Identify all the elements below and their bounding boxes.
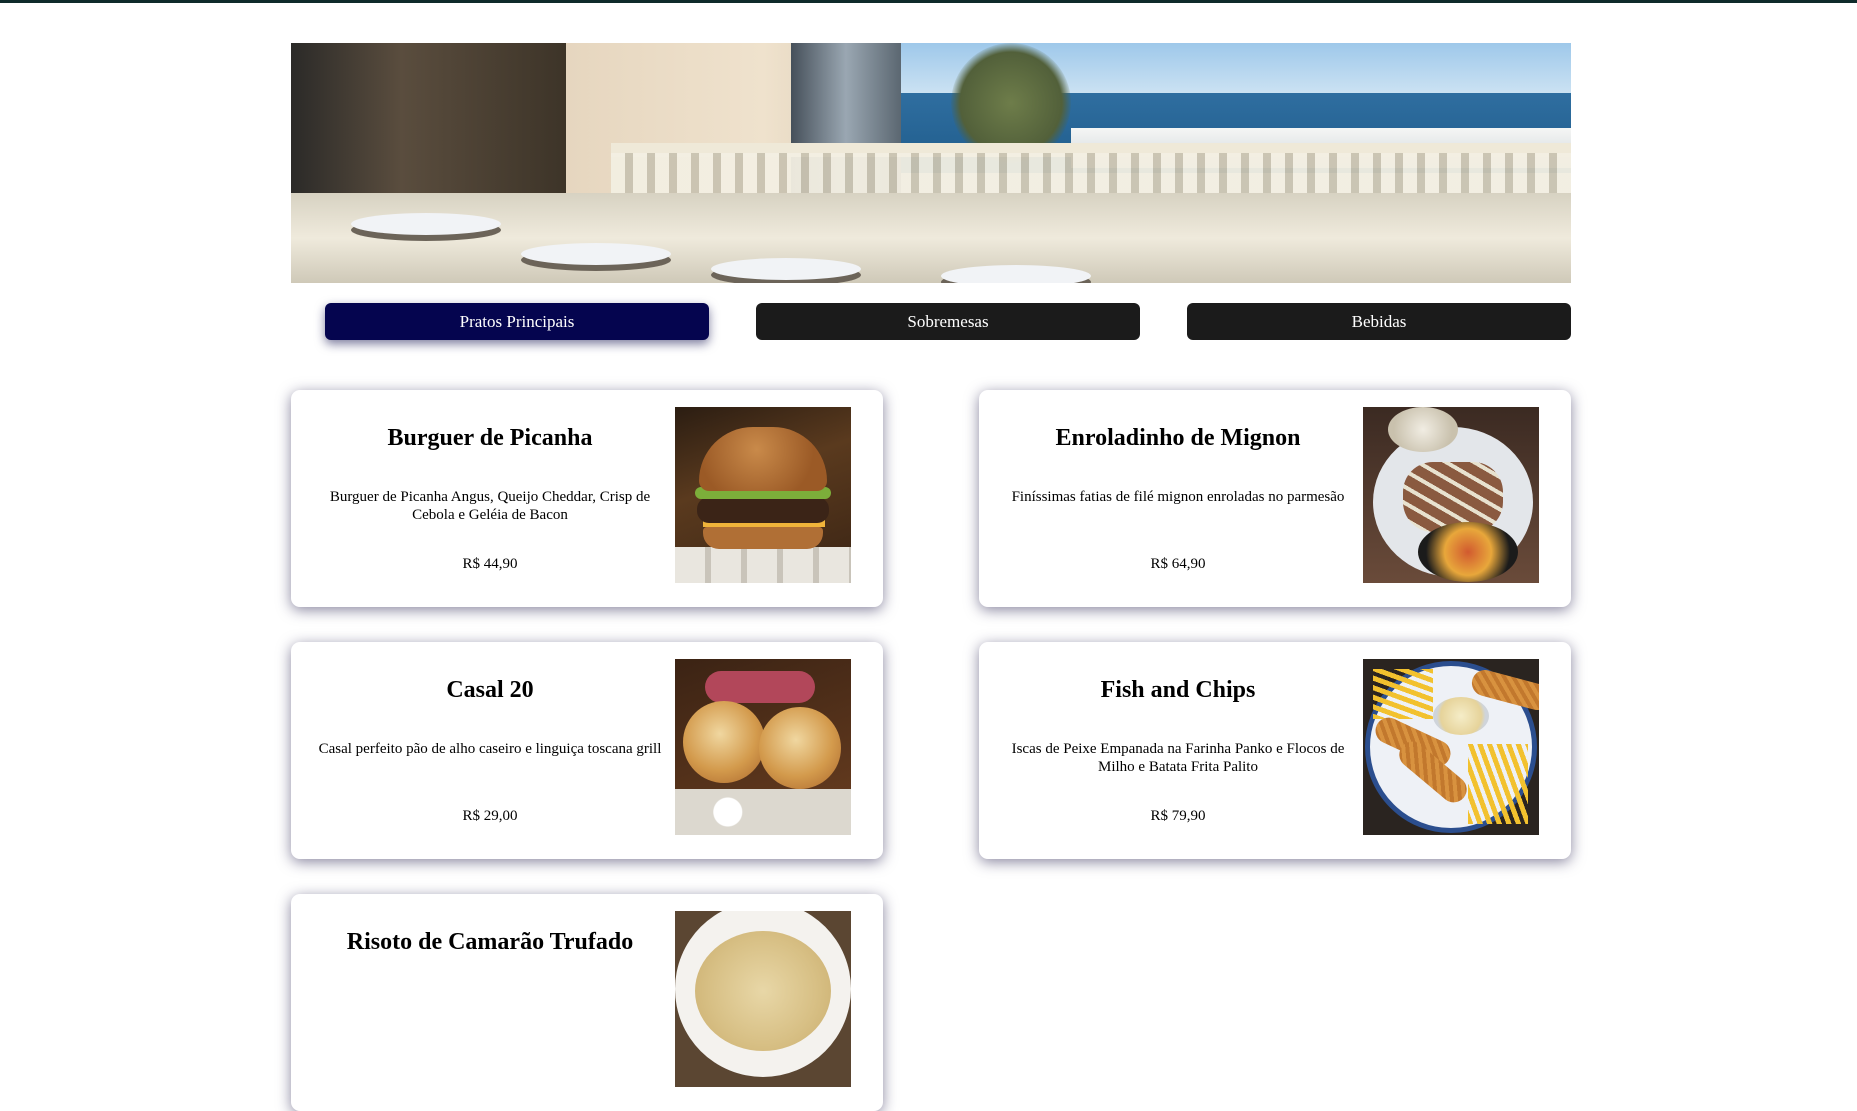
menu-page: Pratos Principais Sobremesas Bebidas Bur… bbox=[291, 43, 1571, 1111]
menu-item-card[interactable]: Fish and Chips Iscas de Peixe Empanada n… bbox=[979, 642, 1571, 859]
menu-item-price: R$ 29,00 bbox=[462, 808, 518, 824]
menu-item-name: Risoto de Camarão Trufado bbox=[346, 929, 634, 955]
burger-photo bbox=[675, 407, 851, 583]
mignon-roll-photo bbox=[1363, 407, 1539, 583]
garlic-bread-sausage-photo bbox=[675, 659, 851, 835]
menu-item-text: Enroladinho de Mignon Finíssimas fatias … bbox=[1005, 390, 1351, 607]
tab-pratos-principais[interactable]: Pratos Principais bbox=[325, 303, 709, 340]
menu-item-name: Enroladinho de Mignon bbox=[1055, 425, 1301, 451]
menu-item-description: Casal perfeito pão de alho caseiro e lin… bbox=[318, 741, 662, 757]
menu-item-description: Iscas de Peixe Empanada na Farinha Panko… bbox=[1011, 741, 1345, 775]
top-border bbox=[0, 0, 1857, 3]
menu-item-text: Fish and Chips Iscas de Peixe Empanada n… bbox=[1005, 642, 1351, 859]
menu-item-price: R$ 44,90 bbox=[462, 556, 518, 572]
menu-item-price: R$ 64,90 bbox=[1150, 556, 1206, 572]
menu-item-text: Casal 20 Casal perfeito pão de alho case… bbox=[317, 642, 663, 859]
menu-item-name: Burguer de Picanha bbox=[387, 425, 593, 451]
menu-item-text: Burguer de Picanha Burguer de Picanha An… bbox=[317, 390, 663, 607]
tab-bebidas[interactable]: Bebidas bbox=[1187, 303, 1571, 340]
menu-item-text: Risoto de Camarão Trufado bbox=[317, 894, 663, 1111]
tab-sobremesas[interactable]: Sobremesas bbox=[756, 303, 1140, 340]
menu-item-card[interactable]: Enroladinho de Mignon Finíssimas fatias … bbox=[979, 390, 1571, 607]
menu-item-card[interactable]: Risoto de Camarão Trufado bbox=[291, 894, 883, 1111]
menu-item-description: Burguer de Picanha Angus, Queijo Cheddar… bbox=[329, 489, 651, 523]
menu-item-price: R$ 79,90 bbox=[1150, 808, 1206, 824]
menu-item-card[interactable]: Burguer de Picanha Burguer de Picanha An… bbox=[291, 390, 883, 607]
shrimp-risotto-photo bbox=[675, 911, 851, 1087]
category-tabs: Pratos Principais Sobremesas Bebidas bbox=[291, 303, 1571, 340]
menu-item-name: Fish and Chips bbox=[1100, 677, 1256, 703]
restaurant-banner-image bbox=[291, 43, 1571, 283]
menu-item-name: Casal 20 bbox=[446, 677, 534, 703]
menu-item-description: Finíssimas fatias de filé mignon enrolad… bbox=[1011, 489, 1345, 505]
fish-and-chips-photo bbox=[1363, 659, 1539, 835]
menu-item-card[interactable]: Casal 20 Casal perfeito pão de alho case… bbox=[291, 642, 883, 859]
